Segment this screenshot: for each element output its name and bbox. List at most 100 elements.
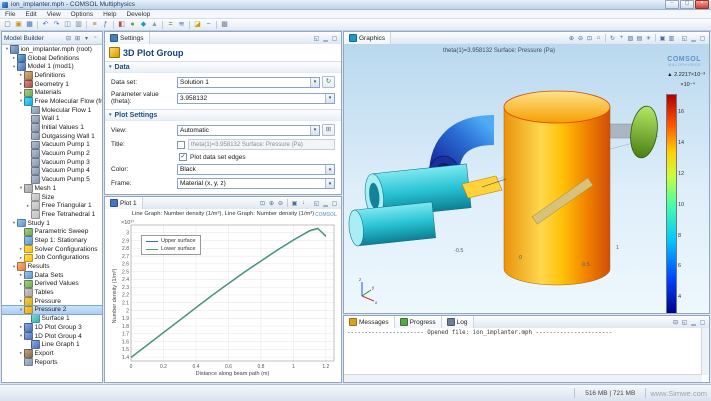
clear-log-icon[interactable]: ⊟	[671, 319, 680, 326]
minimize-panel-icon[interactable]: ▁	[321, 35, 330, 42]
tree-item-solver-configurations[interactable]: Solver Configurations	[2, 245, 102, 254]
tree-item-parametric-sweep[interactable]: Parametric Sweep	[2, 227, 102, 236]
mesh-icon[interactable]: ▲	[150, 20, 160, 29]
menu-help[interactable]: Help	[98, 11, 121, 18]
save-icon[interactable]: ▦	[25, 20, 35, 29]
open-file-icon[interactable]: ▣	[14, 20, 24, 29]
plot-zoom-extents-icon[interactable]: ⊡	[258, 200, 267, 207]
wireframe-icon[interactable]: ▤	[635, 35, 644, 42]
tree-item-line-graph-1[interactable]: Line Graph 1	[2, 340, 102, 349]
tree-item-pressure[interactable]: Pressure	[2, 297, 102, 306]
tree-item-size[interactable]: Size	[2, 193, 102, 202]
tree-item-job-configurations[interactable]: Job Configurations	[2, 254, 102, 263]
redo-icon[interactable]: ↷	[52, 20, 62, 29]
tree-item-data-sets[interactable]: Data Sets	[2, 271, 102, 280]
go-to-default-view-icon[interactable]: ⌂	[594, 35, 603, 41]
frame-select[interactable]: Material (x, y, z)	[177, 178, 335, 189]
transparency-icon[interactable]: ▧	[626, 35, 635, 42]
plot-zoom-in-icon[interactable]: ⊕	[267, 200, 276, 207]
undo-icon[interactable]: ↶	[41, 20, 51, 29]
tree-item-molecular-flow-1[interactable]: Molecular Flow 1	[2, 106, 102, 115]
tree-item-mesh-1[interactable]: Mesh 1	[2, 184, 102, 193]
tab-progress[interactable]: Progress	[395, 316, 442, 328]
maximize-window-icon[interactable]: ▢	[680, 0, 694, 9]
minimize-window-icon[interactable]: –	[665, 0, 679, 9]
tree-item-export[interactable]: Export	[2, 349, 102, 358]
view-settings-icon[interactable]: ⊞	[322, 124, 335, 136]
close-window-icon[interactable]: ×	[695, 0, 709, 9]
title-bar[interactable]: ion_implanter.mph - COMSOL Multiphysics …	[0, 0, 711, 10]
tree-item-global-definitions[interactable]: Global Definitions	[2, 54, 102, 63]
tree-item-vacuum-pump-2[interactable]: Vacuum Pump 2	[2, 149, 102, 158]
tree-item-vacuum-pump-4[interactable]: Vacuum Pump 4	[2, 167, 102, 176]
expand-all-icon[interactable]: ⊞	[73, 35, 82, 42]
messages-horizontal-scrollbar[interactable]	[344, 374, 702, 382]
float-panel-icon[interactable]: ◱	[680, 35, 689, 42]
title-checkbox[interactable]	[177, 141, 185, 149]
tree-item-geometry-1[interactable]: Geometry 1	[2, 80, 102, 89]
materials-icon[interactable]: ●	[128, 20, 138, 29]
tab-graphics[interactable]: Graphics	[344, 32, 391, 44]
study-icon[interactable]: ≋	[177, 20, 187, 29]
float-panel-icon[interactable]: ▫	[91, 35, 100, 41]
minimize-panel-icon[interactable]: ▁	[689, 319, 698, 326]
tree-item-model-1-mod1[interactable]: Model 1 (mod1)	[2, 62, 102, 71]
tree-item-tables[interactable]: Tables	[2, 288, 102, 297]
tree-item-vacuum-pump-1[interactable]: Vacuum Pump 1	[2, 141, 102, 150]
minimize-panel-icon[interactable]: ▁	[321, 200, 330, 207]
tab-messages[interactable]: Messages	[344, 316, 395, 328]
menu-develop[interactable]: Develop	[121, 11, 155, 18]
tree-item-wall-1[interactable]: Wall 1	[2, 115, 102, 124]
plot-edges-checkbox[interactable]	[179, 153, 187, 161]
tree-item-derived-values[interactable]: Derived Values	[2, 280, 102, 289]
tree-item-study-1[interactable]: Study 1	[2, 219, 102, 228]
plot-group-icon[interactable]: ◪	[193, 20, 203, 29]
plot-export-icon[interactable]: ↓	[299, 200, 308, 206]
copy-icon[interactable]: ◫	[63, 20, 73, 29]
tree-item-vacuum-pump-5[interactable]: Vacuum Pump 5	[2, 175, 102, 184]
menu-file[interactable]: File	[0, 11, 20, 18]
tree-options-icon[interactable]: ▾	[82, 35, 91, 42]
parameter-value-select[interactable]: 3.958132	[177, 93, 335, 104]
zoom-out-icon[interactable]: ⊖	[576, 35, 585, 42]
plot-area[interactable]: Line Graph: Number density (1/m³), Line …	[105, 209, 341, 382]
snapshot-icon[interactable]: ▣	[658, 35, 667, 42]
tree-item-step-1-stationary[interactable]: Step 1: Stationary	[2, 236, 102, 245]
orbit-icon[interactable]: ↻	[608, 35, 617, 42]
functions-icon[interactable]: ƒ	[101, 20, 111, 29]
compute-icon[interactable]: =	[166, 20, 176, 29]
graphics-scene[interactable]: z x y theta(1)=3.958132 Surface: Pressur…	[344, 44, 709, 313]
data-set-select[interactable]: Solution 1	[177, 77, 320, 88]
tab-log[interactable]: Log	[442, 316, 474, 328]
tab-plot-1[interactable]: Plot 1	[105, 197, 143, 209]
tree-item-results[interactable]: Results	[2, 262, 102, 271]
tree-item-pressure-2[interactable]: Pressure 2	[2, 306, 102, 315]
tree-item-definitions[interactable]: Definitions	[2, 71, 102, 80]
parameters-icon[interactable]: ≡	[90, 20, 100, 29]
refresh-solution-icon[interactable]: ↻	[322, 76, 335, 88]
physics-icon[interactable]: ◆	[139, 20, 149, 29]
view-select[interactable]: Automatic	[177, 125, 320, 136]
plot-snapshot-icon[interactable]: ▣	[290, 200, 299, 207]
menu-edit[interactable]: Edit	[20, 11, 41, 18]
collapse-all-icon[interactable]: ⊟	[64, 35, 73, 42]
maximize-panel-icon[interactable]: ▢	[698, 35, 707, 42]
tree-item-surface-1[interactable]: Surface 1	[2, 314, 102, 323]
windows-icon[interactable]: ▩	[220, 20, 230, 29]
color-select[interactable]: Black	[177, 164, 335, 175]
maximize-panel-icon[interactable]: ▢	[698, 319, 707, 326]
float-panel-icon[interactable]: ◱	[312, 35, 321, 42]
messages-vertical-scrollbar[interactable]	[701, 328, 709, 375]
maximize-panel-icon[interactable]: ▢	[330, 200, 339, 207]
menu-view[interactable]: View	[42, 11, 66, 18]
tree-item-materials[interactable]: Materials	[2, 88, 102, 97]
pan-icon[interactable]: +	[617, 35, 626, 41]
paste-icon[interactable]: ▥	[74, 20, 84, 29]
maximize-panel-icon[interactable]: ▢	[330, 35, 339, 42]
menu-options[interactable]: Options	[66, 11, 98, 18]
zoom-extents-icon[interactable]: ⊡	[585, 35, 594, 42]
tree-item-free-tetrahedral-1[interactable]: Free Tetrahedral 1	[2, 210, 102, 219]
tree-item-free-molecular-flow-fmf[interactable]: Free Molecular Flow (fmf)	[2, 97, 102, 106]
float-panel-icon[interactable]: ◱	[312, 200, 321, 207]
zoom-in-icon[interactable]: ⊕	[567, 35, 576, 42]
